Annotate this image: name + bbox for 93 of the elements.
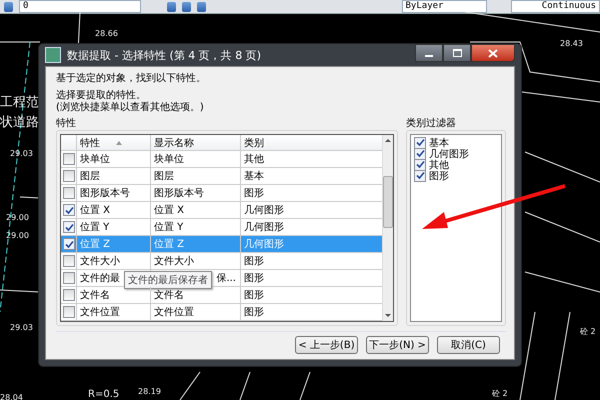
checkbox[interactable] (63, 221, 75, 233)
table-cell-text: 几何图形 (243, 221, 285, 235)
table-row[interactable]: 块单位 块单位 其他 (61, 151, 382, 168)
checkbox[interactable] (414, 136, 426, 148)
table-row[interactable]: 位置 X 位置 X 几何图形 (61, 202, 382, 219)
close-button[interactable] (471, 44, 515, 62)
cad-label: 状道路 (0, 116, 39, 129)
table-cell: 文件大小 (77, 253, 151, 269)
close-icon (488, 48, 498, 58)
table-cell: 文件大小 (151, 253, 241, 269)
checkbox[interactable] (63, 306, 75, 318)
table-cell: 位置 X (77, 202, 151, 218)
maximize-button[interactable] (443, 44, 471, 62)
checkbox[interactable] (63, 170, 75, 182)
tooltip: 文件的最后保存者 (124, 271, 212, 289)
cad-label: 砼 2 (580, 328, 596, 336)
table-cell: 图形版本号 (77, 185, 151, 201)
table-cell: 图层 (77, 168, 151, 184)
minimize-button[interactable] (415, 44, 443, 62)
table-cell-text: 图形 (243, 306, 265, 320)
scroll-up-icon[interactable] (385, 139, 391, 142)
checkbox[interactable] (63, 289, 75, 301)
table-row[interactable]: 文件名 文件名 图形 (61, 287, 382, 304)
cad-label: 28.43 (560, 40, 583, 48)
layer-dropdown[interactable]: 0 (18, 0, 141, 13)
table-cell: 位置 X (151, 202, 241, 218)
checkbox[interactable] (63, 255, 75, 267)
color-dropdown[interactable]: ByLayer (402, 0, 487, 13)
cad-label: 28.19 (138, 388, 161, 396)
cad-label: 工程范 (0, 96, 39, 109)
wizard-button[interactable]: 下一步(N) > (366, 336, 429, 354)
table-cell-text: 几何图形 (243, 238, 285, 252)
wizard-button[interactable]: < 上一步(B) (295, 336, 358, 354)
table-row[interactable]: 文件大小 文件大小 图形 (61, 253, 382, 270)
cad-label: 29.03 (10, 324, 33, 332)
group-label: 特性 (56, 118, 77, 130)
table-cell: 位置 Y (151, 219, 241, 235)
cad-label: R=0.5 (88, 390, 120, 400)
column-header[interactable]: 类别 (241, 135, 382, 150)
table-cell: 图形版本号 (151, 185, 241, 201)
table-cell: 文件位置 (77, 304, 151, 320)
cad-label: 砼 2 (492, 390, 508, 398)
checkbox[interactable] (63, 272, 75, 284)
checkbox[interactable] (63, 204, 75, 216)
filter-label: 图形 (429, 170, 449, 182)
table-row[interactable]: 文件位置 文件位置 图形 (61, 304, 382, 321)
scrollbar[interactable] (382, 135, 393, 321)
table-cell-text: 图形 (243, 272, 265, 286)
checkbox[interactable] (414, 148, 426, 160)
scroll-thumb[interactable] (383, 176, 393, 228)
table-cell-text: 基本 (243, 170, 265, 184)
table-cell: 位置 Z (77, 236, 151, 252)
table-cell: 块单位 (77, 151, 151, 167)
table-row[interactable]: 图层 图层 基本 (61, 168, 382, 185)
window-title: 数据提取 - 选择特性 (第 4 页，共 8 页) (67, 48, 262, 62)
table-cell: 文件名 (77, 287, 151, 303)
cad-label: 28.66 (95, 30, 118, 38)
instruction-text: 选择要提取的特性。 (56, 90, 147, 102)
filter-label: 基本 (429, 136, 449, 149)
cad-label: 29.03 (10, 150, 33, 158)
wizard-button[interactable]: 取消(C) (437, 336, 500, 354)
filter-label: 几何图形 (429, 148, 469, 160)
table-cell-text: 图形 (243, 289, 265, 303)
table-cell: 文件名 (151, 287, 241, 303)
intro-text: 基于选定的对象，找到以下特性。 (56, 73, 207, 85)
column-header[interactable]: 显示名称 (151, 135, 241, 150)
checkbox[interactable] (63, 153, 75, 165)
checkbox[interactable] (414, 158, 426, 170)
cad-label: 29.00 (6, 214, 29, 222)
table-cell: 块单位 (151, 151, 241, 167)
group-label: 类别过滤器 (406, 118, 457, 130)
table-row[interactable]: 文件的最 文件的最后保存者 保... 图形 (61, 270, 382, 287)
scroll-down-icon[interactable] (385, 314, 391, 317)
filter-label: 其他 (429, 158, 449, 171)
table-cell-text: 其他 (243, 152, 265, 167)
table-cell-text: 几何图形 (243, 204, 285, 218)
checkbox[interactable] (63, 238, 75, 250)
table-cell-text: 图形 (243, 187, 265, 201)
table-cell-text: 图形 (243, 255, 265, 269)
hint-text: (浏览快捷菜单以查看其他选项。) (56, 102, 205, 114)
table-cell: 位置 Z (151, 236, 241, 252)
app-icon (45, 47, 61, 63)
table-cell: 文件位置 (151, 304, 241, 320)
checkbox[interactable] (414, 170, 426, 182)
cad-label: 29.00 (6, 232, 29, 240)
cad-label: 28.04 (0, 394, 23, 400)
layer-icon[interactable] (4, 2, 13, 12)
checkbox[interactable] (63, 187, 75, 199)
table-row[interactable]: 图形版本号 图形版本号 图形 (61, 185, 382, 202)
linetype-dropdown[interactable]: Continuous (510, 0, 600, 13)
column-header[interactable]: 特性 (77, 135, 151, 150)
table-cell: 图层 (151, 168, 241, 184)
table-cell: 位置 Y (77, 219, 151, 235)
